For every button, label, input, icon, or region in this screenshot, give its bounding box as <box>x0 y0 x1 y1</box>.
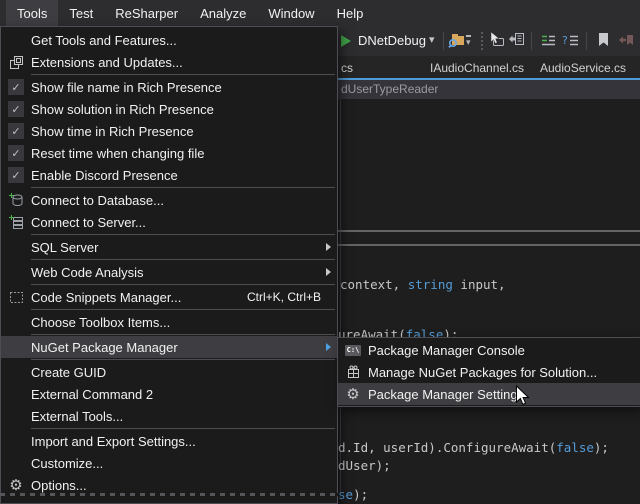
svg-text:?: ? <box>562 34 568 47</box>
code-line-parameters: context, string input, <box>340 277 506 292</box>
server-add-icon <box>1 214 31 230</box>
menubar-item-window[interactable]: Window <box>257 0 325 26</box>
menu-item-code-snippets[interactable]: Code Snippets Manager... Ctrl+K, Ctrl+B <box>1 286 337 308</box>
menu-item-enable-discord[interactable]: ✓ Enable Discord Presence <box>1 164 337 186</box>
menubar-item-resharper[interactable]: ReSharper <box>104 0 189 26</box>
code-keyword: se <box>338 487 353 502</box>
help-lines-icon[interactable]: ? <box>562 33 579 53</box>
checkmark-icon: ✓ <box>1 101 31 117</box>
menu-bar: Tools Test ReSharper Analyze Window Help <box>0 0 640 26</box>
menu-bottom-clip-artifact <box>0 493 338 496</box>
code-line-cut: se); <box>338 487 368 502</box>
submenu-arrow-icon <box>319 343 337 351</box>
find-options-chevron-down-icon[interactable]: ▾ <box>466 35 471 46</box>
toolbar-separator <box>443 32 444 50</box>
shortcut-label: Ctrl+K, Ctrl+B <box>247 290 321 304</box>
code-text: input, <box>453 277 506 292</box>
mouse-cursor <box>515 385 530 412</box>
menu-item-show-time[interactable]: ✓ Show time in Rich Presence <box>1 120 337 142</box>
menu-item-reset-time[interactable]: ✓ Reset time when changing file <box>1 142 337 164</box>
breadcrumb[interactable]: dUserTypeReader <box>341 82 438 96</box>
menu-separator <box>31 309 335 310</box>
menubar-item-analyze[interactable]: Analyze <box>189 0 257 26</box>
menu-item-external-command-2[interactable]: External Command 2 <box>1 383 337 405</box>
menu-separator <box>31 359 335 360</box>
code-keyword: false <box>556 440 594 455</box>
previous-bookmark-icon[interactable] <box>618 32 636 53</box>
database-add-icon <box>1 192 31 208</box>
run-start-icon[interactable] <box>341 35 351 47</box>
tab-audioservice[interactable]: AudioService.cs <box>540 61 626 75</box>
menu-item-connect-database[interactable]: Connect to Database... <box>1 189 337 211</box>
menu-item-web-code-analysis[interactable]: Web Code Analysis <box>1 261 337 283</box>
toolbar-dotted-separator <box>481 32 485 50</box>
nuget-submenu: C:\ Package Manager Console Manage NuGet… <box>337 337 640 407</box>
menu-item-external-tools[interactable]: External Tools... <box>1 405 337 427</box>
menu-item-extensions[interactable]: Extensions and Updates... <box>1 51 337 73</box>
menu-separator <box>31 187 335 188</box>
menu-item-show-file-name[interactable]: ✓ Show file name in Rich Presence <box>1 76 337 98</box>
checkmark-icon: ✓ <box>1 167 31 183</box>
toolbar-separator <box>586 32 587 50</box>
gear-icon: ⚙ <box>1 478 31 493</box>
menubar-item-tools[interactable]: Tools <box>6 0 58 26</box>
submenu-item-manage-nuget-packages[interactable]: Manage NuGet Packages for Solution... <box>338 361 640 383</box>
menu-item-import-export[interactable]: Import and Export Settings... <box>1 430 337 452</box>
toolbar-separator <box>531 32 532 50</box>
console-icon: C:\ <box>338 345 368 356</box>
selection-pointer-icon[interactable] <box>488 31 505 53</box>
menu-separator <box>31 234 335 235</box>
find-in-files-icon[interactable] <box>448 31 466 54</box>
code-line-configureawait: d.Id, userId).ConfigureAwait(false); <box>338 440 609 455</box>
menu-separator <box>31 284 335 285</box>
bookmark-icon[interactable] <box>596 31 611 53</box>
code-text: ); <box>594 440 609 455</box>
gear-icon: ⚙ <box>338 387 368 402</box>
extensions-icon <box>1 55 31 70</box>
menu-separator <box>31 259 335 260</box>
menu-separator <box>31 74 335 75</box>
menu-item-get-tools[interactable]: Get Tools and Features... <box>1 29 337 51</box>
checkmark-icon: ✓ <box>1 145 31 161</box>
code-snippets-icon <box>1 290 31 305</box>
editor-divider-line <box>338 244 640 246</box>
menu-item-nuget-package-manager[interactable]: NuGet Package Manager <box>1 336 337 358</box>
checkmark-icon: ✓ <box>1 79 31 95</box>
checkmark-icon: ✓ <box>1 123 31 139</box>
menu-separator <box>31 428 335 429</box>
menubar-item-test[interactable]: Test <box>58 0 104 26</box>
comment-lines-icon[interactable] <box>540 33 557 53</box>
run-configuration-label[interactable]: DNetDebug <box>358 33 426 48</box>
menu-item-customize[interactable]: Customize... <box>1 452 337 474</box>
tab-partial-cs[interactable]: cs <box>341 61 353 75</box>
menu-separator <box>31 334 335 335</box>
code-text: d.Id, userId).ConfigureAwait( <box>338 440 556 455</box>
vs-ide-window: { "colors": {"accent_blue": "#4f9cda", "… <box>0 0 640 497</box>
tools-menu: Get Tools and Features... Extensions and… <box>0 26 338 504</box>
package-icon <box>338 365 368 380</box>
menubar-item-help[interactable]: Help <box>326 0 375 26</box>
menu-item-show-solution[interactable]: ✓ Show solution in Rich Presence <box>1 98 337 120</box>
menu-item-create-guid[interactable]: Create GUID <box>1 361 337 383</box>
menu-item-sql-server[interactable]: SQL Server <box>1 236 337 258</box>
tab-iaudiochannel[interactable]: IAudioChannel.cs <box>430 61 524 75</box>
sync-document-icon[interactable] <box>508 31 525 53</box>
submenu-arrow-icon <box>319 243 337 251</box>
menu-item-connect-server[interactable]: Connect to Server... <box>1 211 337 233</box>
outline-margin-line <box>340 99 341 497</box>
editor-divider-line <box>338 230 640 232</box>
submenu-item-package-manager-console[interactable]: C:\ Package Manager Console <box>338 339 640 361</box>
code-keyword: string <box>408 277 453 292</box>
code-text: ); <box>353 487 368 502</box>
submenu-arrow-icon <box>319 268 337 276</box>
menu-item-choose-toolbox[interactable]: Choose Toolbox Items... <box>1 311 337 333</box>
run-config-chevron-down-icon[interactable]: ▾ <box>429 33 435 46</box>
code-text: context, <box>340 277 408 292</box>
submenu-item-package-manager-settings[interactable]: ⚙ Package Manager Settings <box>338 383 640 405</box>
code-line-user: dUser); <box>338 458 391 473</box>
